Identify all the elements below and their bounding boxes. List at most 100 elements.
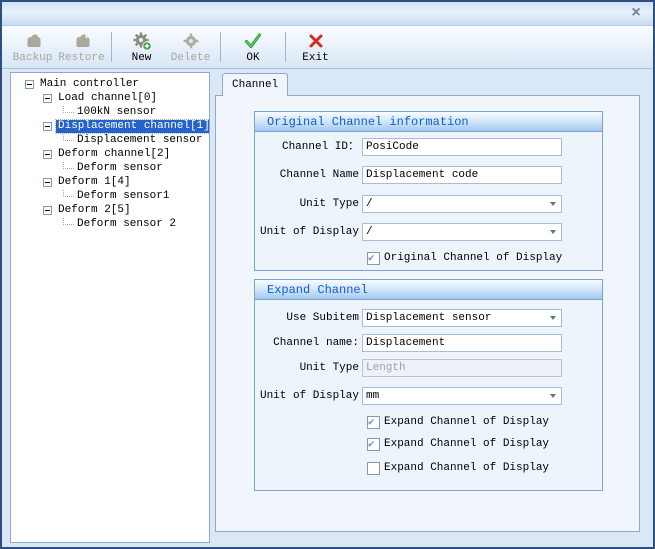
tree-item-load-channel[interactable]: Load channel[0]: [11, 91, 209, 105]
expand-unit-of-display-select[interactable]: mm: [362, 387, 562, 405]
tree-item-label: Displacement sensor: [75, 134, 204, 147]
channel-id-row: Channel ID：: [255, 138, 602, 156]
expand-unit-of-display-label: Unit of Display: [255, 387, 359, 405]
collapse-icon[interactable]: [43, 122, 52, 131]
tree-item-main-controller[interactable]: Main controller: [11, 77, 209, 91]
expand-display-checkbox-row-3: Expand Channel of Display: [367, 461, 549, 475]
tree-item-displacement-sensor[interactable]: Displacement sensor: [11, 133, 209, 147]
tree-item-deform-1[interactable]: Deform 1[4]: [11, 175, 209, 189]
expand-display-checkbox-1[interactable]: [367, 416, 380, 429]
x-icon: [306, 31, 326, 51]
check-icon: [243, 31, 263, 51]
channel-id-label: Channel ID：: [255, 138, 359, 156]
use-subitem-select[interactable]: Displacement sensor: [362, 309, 562, 327]
use-subitem-value: Displacement sensor: [366, 312, 491, 324]
backup-label: Backup: [13, 52, 53, 64]
tree-item-100kn-sensor[interactable]: 100kN sensor: [11, 105, 209, 119]
collapse-icon[interactable]: [43, 178, 52, 187]
tree-connector: [63, 134, 74, 141]
delete-label: Delete: [171, 52, 211, 64]
backup-button[interactable]: Backup: [8, 28, 57, 66]
expand-channel-name-input[interactable]: [362, 334, 562, 352]
unit-type-select[interactable]: /: [362, 195, 562, 213]
new-label: New: [132, 52, 152, 64]
gear-plus-icon: [132, 31, 152, 51]
tree-item-displacement-channel[interactable]: Displacement channel[1]: [11, 119, 209, 133]
tree-item-label: Displacement channel[1]: [56, 120, 210, 133]
unit-type-row: Unit Type /: [255, 195, 602, 213]
ok-label: OK: [246, 52, 259, 64]
collapse-icon[interactable]: [25, 80, 34, 89]
unit-of-display-label: Unit of Display: [255, 223, 359, 241]
channel-tree[interactable]: Main controller Load channel[0] 100kN se…: [10, 72, 210, 543]
tree-item-label: Deform 1[4]: [56, 176, 133, 189]
tree-item-label: Deform channel[2]: [56, 148, 172, 161]
tree-item-deform-channel[interactable]: Deform channel[2]: [11, 147, 209, 161]
tree-item-deform-sensor[interactable]: Deform sensor: [11, 161, 209, 175]
tree-item-label: Main controller: [38, 78, 141, 91]
close-icon[interactable]: ×: [627, 4, 645, 22]
toolbar-separator: [111, 32, 112, 62]
unit-of-display-row: Unit of Display /: [255, 223, 602, 241]
expand-channel-name-row: Channel name:: [255, 334, 602, 352]
expand-display-checkbox-label-1: Expand Channel of Display: [384, 416, 549, 428]
gear-icon: [181, 31, 201, 51]
restore-icon: [72, 31, 92, 51]
title-bar[interactable]: ×: [2, 2, 653, 26]
backup-icon: [23, 31, 43, 51]
restore-button[interactable]: Restore: [57, 28, 106, 66]
expand-display-checkbox-row-2: Expand Channel of Display: [367, 437, 549, 451]
channel-name-row: Channel Name: [255, 166, 602, 184]
expand-unit-type-label: Unit Type: [255, 359, 359, 377]
restore-label: Restore: [58, 52, 104, 64]
tree-item-label: Deform sensor1: [75, 190, 171, 203]
original-display-checkbox-row: Original Channel of Display: [367, 251, 562, 265]
tree-item-label: Deform sensor: [75, 162, 165, 175]
toolbar: Backup Restore: [2, 26, 653, 69]
collapse-icon[interactable]: [43, 94, 52, 103]
channel-name-input[interactable]: [362, 166, 562, 184]
unit-of-display-select[interactable]: /: [362, 223, 562, 241]
new-button[interactable]: New: [117, 28, 166, 66]
channel-name-label: Channel Name: [255, 166, 359, 184]
use-subitem-row: Use Subitem Displacement sensor: [255, 309, 602, 327]
expand-unit-of-display-row: Unit of Display mm: [255, 387, 602, 405]
toolbar-separator: [220, 32, 221, 62]
channel-id-input[interactable]: [362, 138, 562, 156]
channel-config-dialog: × Backup Restore: [0, 0, 655, 549]
tree-item-label: Load channel[0]: [56, 92, 159, 105]
chevron-down-icon: [550, 202, 556, 206]
tree-item-deform-sensor-2[interactable]: Deform sensor 2: [11, 217, 209, 231]
chevron-down-icon: [550, 230, 556, 234]
expand-display-checkbox-label-3: Expand Channel of Display: [384, 462, 549, 474]
delete-button[interactable]: Delete: [166, 28, 215, 66]
channel-tab-panel: Original Channel information Channel ID：…: [215, 95, 640, 532]
unit-type-value: /: [366, 198, 373, 210]
expand-display-checkbox-row-1: Expand Channel of Display: [367, 415, 549, 429]
expand-channel-group: Expand Channel Use Subitem Displacement …: [254, 279, 603, 491]
expand-unit-type-input: [362, 359, 562, 377]
expand-display-checkbox-2[interactable]: [367, 438, 380, 451]
expand-unit-type-row: Unit Type: [255, 359, 602, 377]
expand-channel-group-title: Expand Channel: [255, 280, 602, 300]
tree-item-deform-sensor1[interactable]: Deform sensor1: [11, 189, 209, 203]
original-channel-group-title: Original Channel information: [255, 112, 602, 132]
expand-channel-name-label: Channel name:: [255, 334, 359, 352]
exit-button[interactable]: Exit: [291, 28, 340, 66]
tree-item-label: Deform 2[5]: [56, 204, 133, 217]
tree-connector: [63, 218, 74, 225]
tree-connector: [63, 106, 74, 113]
use-subitem-label: Use Subitem: [255, 309, 359, 327]
tree-item-label: 100kN sensor: [75, 106, 158, 119]
unit-type-label: Unit Type: [255, 195, 359, 213]
original-display-checkbox-label: Original Channel of Display: [384, 252, 562, 264]
collapse-icon[interactable]: [43, 206, 52, 215]
tree-item-deform-2[interactable]: Deform 2[5]: [11, 203, 209, 217]
original-display-checkbox[interactable]: [367, 252, 380, 265]
toolbar-separator: [285, 32, 286, 62]
tab-channel[interactable]: Channel: [222, 73, 288, 96]
collapse-icon[interactable]: [43, 150, 52, 159]
tree-connector: [63, 190, 74, 197]
expand-display-checkbox-3[interactable]: [367, 462, 380, 475]
ok-button[interactable]: OK: [226, 28, 280, 66]
